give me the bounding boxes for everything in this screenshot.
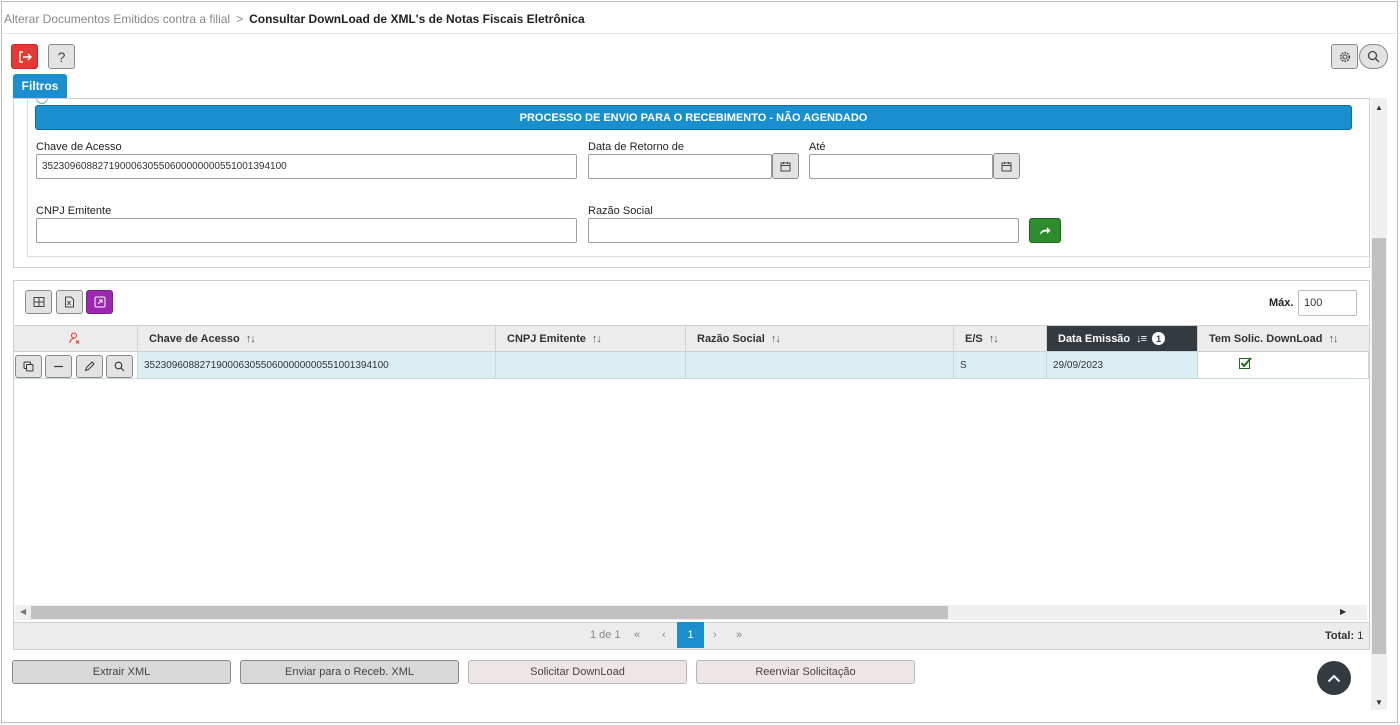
search-icon bbox=[1367, 50, 1380, 63]
excel-file-icon bbox=[65, 296, 74, 308]
breadcrumb-separator: > bbox=[236, 12, 244, 26]
column-header-label: Tem Solic. DownLoad bbox=[1209, 332, 1323, 345]
copy-row-button[interactable] bbox=[15, 355, 42, 378]
data-retorno-input[interactable] bbox=[588, 154, 772, 179]
ate-input[interactable] bbox=[809, 154, 993, 179]
page-title: Consultar DownLoad de XML's de Notas Fis… bbox=[249, 12, 585, 26]
table-grid-icon bbox=[33, 297, 44, 307]
column-header-es[interactable]: E/S ↑↓ bbox=[954, 325, 1047, 352]
scroll-down-icon[interactable]: ▼ bbox=[1375, 698, 1383, 707]
table-row-cnpj-cell[interactable] bbox=[496, 352, 686, 379]
reenviar-solicitacao-button[interactable]: Reenviar Solicitação bbox=[696, 660, 915, 684]
exit-button[interactable] bbox=[11, 44, 38, 69]
chevron-up-icon bbox=[1327, 674, 1341, 682]
page-info: 1 de 1 bbox=[590, 629, 621, 641]
enviar-receb-xml-button[interactable]: Enviar para o Receb. XML bbox=[240, 660, 459, 684]
breadcrumb: Alterar Documentos Emitidos contra a fil… bbox=[4, 12, 585, 26]
minus-icon bbox=[54, 365, 63, 368]
cnpj-label: CNPJ Emitente bbox=[36, 205, 112, 217]
process-banner: PROCESSO DE ENVIO PARA O RECEBIMENTO - N… bbox=[35, 105, 1352, 130]
scroll-right-icon[interactable]: ▶ bbox=[1340, 607, 1346, 616]
ate-label: Até bbox=[809, 141, 826, 153]
razao-input[interactable] bbox=[588, 218, 1019, 243]
export-excel-button[interactable] bbox=[56, 290, 83, 314]
search-icon bbox=[114, 361, 125, 372]
clear-filter-icon bbox=[68, 332, 79, 344]
sort-desc-icon[interactable]: ↓≡ bbox=[1136, 333, 1147, 345]
column-header-data-emissao[interactable]: Data Emissão ↓≡ 1 bbox=[1047, 325, 1198, 352]
column-header-chave[interactable]: Chave de Acesso ↑↓ bbox=[138, 325, 496, 352]
sort-icon[interactable]: ↑↓ bbox=[771, 333, 781, 345]
actions-column-header[interactable] bbox=[14, 325, 138, 352]
total-value: 1 bbox=[1357, 630, 1364, 642]
table-row-tem-solic-cell[interactable] bbox=[1198, 352, 1369, 379]
checkbox-checked-icon bbox=[1238, 357, 1252, 369]
column-header-label: CNPJ Emitente bbox=[507, 332, 586, 345]
back-to-top-button[interactable] bbox=[1317, 661, 1351, 695]
calendar-icon bbox=[780, 161, 791, 171]
exit-icon bbox=[18, 50, 32, 63]
scroll-left-icon[interactable]: ◀ bbox=[20, 607, 26, 616]
table-row-razao-cell[interactable] bbox=[686, 352, 954, 379]
gear-icon bbox=[1339, 51, 1350, 62]
view-row-button[interactable] bbox=[106, 355, 133, 378]
global-search-button[interactable] bbox=[1359, 44, 1388, 69]
table-row-es-cell[interactable]: S bbox=[954, 352, 1047, 379]
calendar-icon bbox=[1001, 161, 1012, 171]
column-header-razao[interactable]: Razão Social ↑↓ bbox=[686, 325, 954, 352]
column-header-label: Chave de Acesso bbox=[149, 332, 240, 345]
copy-icon bbox=[23, 361, 34, 372]
data-retorno-calendar-button[interactable] bbox=[772, 153, 799, 179]
settings-button[interactable] bbox=[1331, 44, 1358, 69]
current-page-button[interactable]: 1 bbox=[677, 622, 704, 648]
sort-icon[interactable]: ↑↓ bbox=[989, 333, 999, 345]
edit-row-button[interactable] bbox=[76, 355, 103, 378]
sort-icon[interactable]: ↑↓ bbox=[592, 333, 602, 345]
max-input[interactable]: 100 bbox=[1298, 290, 1357, 316]
cnpj-input[interactable] bbox=[36, 218, 577, 243]
data-retorno-label: Data de Retorno de bbox=[588, 141, 685, 153]
breadcrumb-parent[interactable]: Alterar Documentos Emitidos contra a fil… bbox=[4, 12, 230, 26]
apply-filter-button[interactable] bbox=[1029, 218, 1061, 243]
sort-icon[interactable]: ↑↓ bbox=[246, 333, 256, 345]
next-page-button[interactable]: › bbox=[713, 629, 717, 641]
column-header-tem-solic[interactable]: Tem Solic. DownLoad ↑↓ bbox=[1198, 325, 1369, 352]
columns-button[interactable] bbox=[25, 290, 52, 314]
delete-row-button[interactable] bbox=[45, 355, 72, 378]
last-page-button[interactable]: » bbox=[736, 629, 742, 641]
expand-icon bbox=[94, 296, 105, 308]
prev-page-button[interactable]: ‹ bbox=[662, 629, 666, 641]
column-header-label: E/S bbox=[965, 332, 983, 345]
horizontal-scrollbar[interactable] bbox=[15, 605, 1367, 620]
extrair-xml-button[interactable]: Extrair XML bbox=[12, 660, 231, 684]
help-button[interactable]: ? bbox=[48, 44, 75, 69]
ate-calendar-button[interactable] bbox=[993, 153, 1020, 179]
table-row-data-cell[interactable]: 29/09/2023 bbox=[1047, 352, 1198, 379]
table-row-chave-cell[interactable]: 3523096088271900063055060000000055100139… bbox=[138, 352, 496, 379]
chave-input[interactable]: 3523096088271900063055060000000055100139… bbox=[36, 154, 577, 179]
vertical-scroll-thumb[interactable] bbox=[1372, 238, 1386, 654]
razao-label: Razão Social bbox=[588, 205, 653, 217]
horizontal-scroll-thumb[interactable] bbox=[31, 606, 948, 619]
chave-label: Chave de Acesso bbox=[36, 141, 122, 153]
sort-icon[interactable]: ↑↓ bbox=[1328, 333, 1338, 345]
pencil-icon bbox=[84, 361, 95, 372]
scroll-up-icon[interactable]: ▲ bbox=[1375, 103, 1383, 112]
header-divider bbox=[0, 33, 1400, 34]
total-label: Total: bbox=[1325, 630, 1355, 642]
expand-button[interactable] bbox=[86, 290, 113, 314]
tab-filtros[interactable]: Filtros bbox=[13, 74, 67, 98]
column-header-label: Razão Social bbox=[697, 332, 765, 345]
column-header-label: Data Emissão bbox=[1058, 332, 1131, 345]
max-label: Máx. bbox=[1269, 297, 1294, 309]
column-header-cnpj[interactable]: CNPJ Emitente ↑↓ bbox=[496, 325, 686, 352]
share-arrow-icon bbox=[1040, 226, 1051, 235]
vertical-scrollbar[interactable] bbox=[1371, 98, 1387, 710]
solicitar-download-button[interactable]: Solicitar DownLoad bbox=[468, 660, 687, 684]
help-icon: ? bbox=[57, 48, 66, 65]
sort-order-badge: 1 bbox=[1152, 332, 1166, 345]
first-page-button[interactable]: « bbox=[634, 629, 640, 641]
total-count: Total: 1 bbox=[1325, 630, 1363, 642]
